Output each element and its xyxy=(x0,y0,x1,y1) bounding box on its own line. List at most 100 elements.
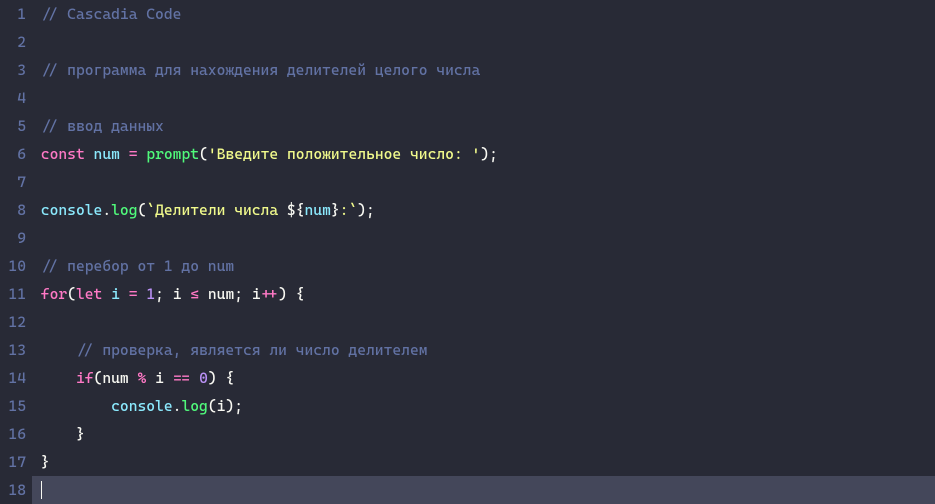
line-number: 18 xyxy=(0,476,26,504)
line-number-gutter: 123456789101112131415161718 xyxy=(0,0,32,504)
token-keyword: const xyxy=(41,145,85,163)
code-line[interactable]: // проверка, является ли число делителем xyxy=(32,336,935,364)
token-punc xyxy=(190,369,199,387)
token-punc xyxy=(102,285,111,303)
token-op: % xyxy=(138,369,147,387)
token-punc xyxy=(32,341,76,359)
token-punc xyxy=(146,369,155,387)
code-line[interactable]: console.log(i); xyxy=(32,392,935,420)
line-number: 15 xyxy=(0,392,26,420)
line-number: 17 xyxy=(0,448,26,476)
token-punc: ( xyxy=(199,145,208,163)
token-keyword: for xyxy=(41,285,67,303)
code-line[interactable]: } xyxy=(32,420,935,448)
line-number: 11 xyxy=(0,280,26,308)
token-punc xyxy=(32,5,41,23)
line-number: 9 xyxy=(0,224,26,252)
token-ident2: num xyxy=(94,145,120,163)
token-punc xyxy=(120,285,129,303)
token-punc: ( xyxy=(94,369,103,387)
code-line[interactable]: if(num % i == 0) { xyxy=(32,364,935,392)
token-keyword: let xyxy=(76,285,102,303)
token-op: = xyxy=(129,285,138,303)
line-number: 13 xyxy=(0,336,26,364)
code-line[interactable]: // ввод данных xyxy=(32,112,935,140)
code-line[interactable]: // перебор от 1 до num xyxy=(32,252,935,280)
token-op: = xyxy=(129,145,138,163)
token-func: log xyxy=(111,201,137,219)
token-comment: // программа для нахождения делителей це… xyxy=(41,61,480,79)
token-punc: ); xyxy=(480,145,498,163)
token-ident: i xyxy=(252,285,261,303)
token-punc xyxy=(32,201,41,219)
line-number: 2 xyxy=(0,28,26,56)
code-line[interactable]: // Cascadia Code xyxy=(32,0,935,28)
token-comment: // ввод данных xyxy=(41,117,164,135)
token-punc: ; xyxy=(234,285,252,303)
code-line[interactable]: const num = prompt('Введите положительно… xyxy=(32,140,935,168)
line-number: 8 xyxy=(0,196,26,224)
token-punc: ); xyxy=(357,201,375,219)
token-punc xyxy=(120,145,129,163)
token-punc: . xyxy=(102,201,111,219)
token-keyword: if xyxy=(76,369,94,387)
token-punc: ( xyxy=(138,201,147,219)
code-line[interactable]: } xyxy=(32,448,935,476)
token-num: 1 xyxy=(146,285,155,303)
token-punc: ( xyxy=(67,285,76,303)
token-punc xyxy=(164,369,173,387)
code-line[interactable] xyxy=(32,308,935,336)
line-number: 5 xyxy=(0,112,26,140)
token-punc xyxy=(32,285,41,303)
code-area[interactable]: // Cascadia Code // программа для нахожд… xyxy=(32,0,935,504)
token-num: 0 xyxy=(199,369,208,387)
token-punc xyxy=(182,285,191,303)
token-func: prompt xyxy=(146,145,199,163)
code-line[interactable] xyxy=(32,224,935,252)
token-comment: // Cascadia Code xyxy=(41,5,182,23)
token-comment: // проверка, является ли число делителем xyxy=(76,341,428,359)
token-func: log xyxy=(181,397,207,415)
line-number: 10 xyxy=(0,252,26,280)
token-string: 'Введите положительное число: ' xyxy=(208,145,480,163)
token-ident: i xyxy=(155,369,164,387)
token-interp: } xyxy=(331,201,340,219)
code-line[interactable]: for(let i = 1; i ≤ num; i++) { xyxy=(32,280,935,308)
token-punc xyxy=(32,117,41,135)
token-punc: ) { xyxy=(208,369,234,387)
code-line[interactable] xyxy=(32,28,935,56)
line-number: 14 xyxy=(0,364,26,392)
line-number: 1 xyxy=(0,0,26,28)
line-number: 6 xyxy=(0,140,26,168)
token-punc xyxy=(129,369,138,387)
token-string: :` xyxy=(340,201,358,219)
token-op: ≤ xyxy=(190,285,199,303)
token-punc xyxy=(85,145,94,163)
line-number: 7 xyxy=(0,168,26,196)
token-punc: } xyxy=(32,453,50,471)
token-op: == xyxy=(173,369,191,387)
code-line[interactable]: // программа для нахождения делителей це… xyxy=(32,56,935,84)
token-punc: ) { xyxy=(278,285,304,303)
token-punc xyxy=(32,481,41,499)
token-ident2: console xyxy=(111,397,173,415)
token-ident2: num xyxy=(305,201,331,219)
token-ident: num xyxy=(208,285,234,303)
line-number: 12 xyxy=(0,308,26,336)
code-line[interactable] xyxy=(32,168,935,196)
code-editor[interactable]: 123456789101112131415161718 // Cascadia … xyxy=(0,0,935,504)
line-number: 16 xyxy=(0,420,26,448)
token-punc xyxy=(199,285,208,303)
code-line[interactable] xyxy=(32,476,935,504)
token-ident2: console xyxy=(41,201,103,219)
token-punc xyxy=(32,257,41,275)
code-line[interactable]: console.log(`Делители числа ${num}:`); xyxy=(32,196,935,224)
token-op: ++ xyxy=(261,285,279,303)
code-line[interactable] xyxy=(32,84,935,112)
token-comment: // перебор от 1 до num xyxy=(41,257,234,275)
token-punc xyxy=(32,397,111,415)
token-ident2: i xyxy=(111,285,120,303)
text-cursor xyxy=(41,481,42,499)
token-ident: i xyxy=(173,285,182,303)
token-punc xyxy=(138,145,147,163)
